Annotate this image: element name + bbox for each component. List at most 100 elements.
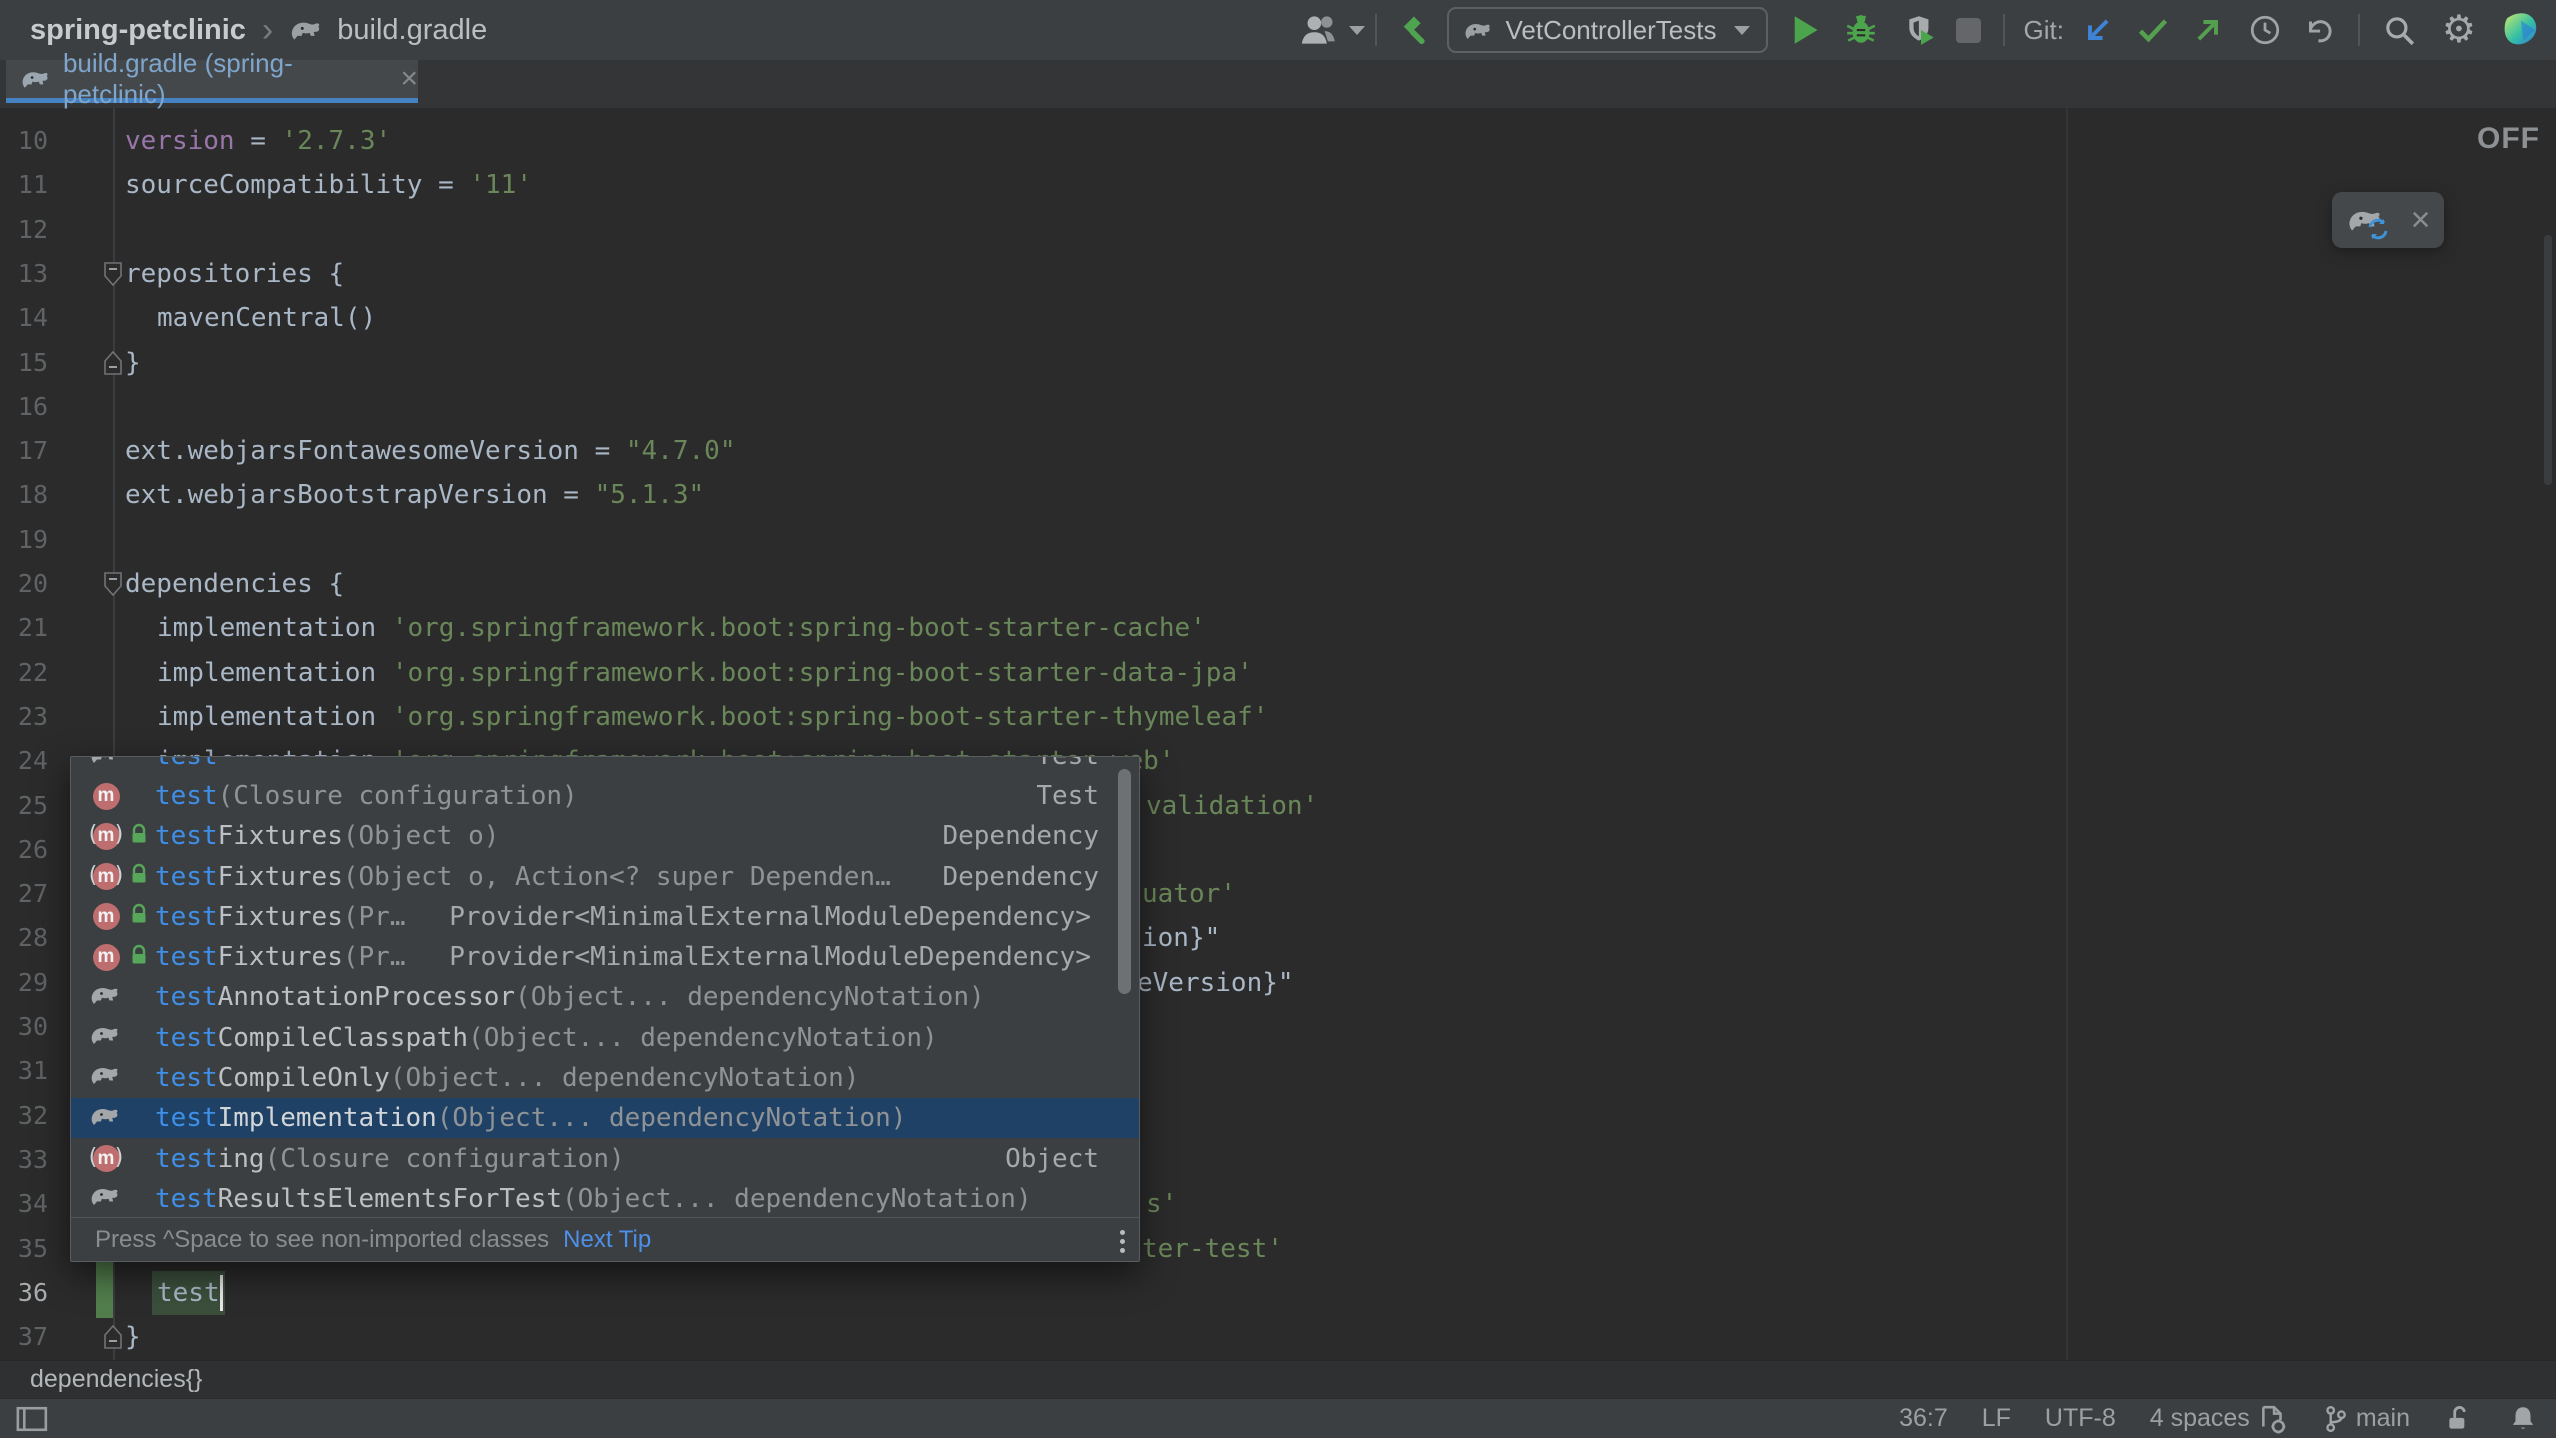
- line-number: 23: [0, 695, 48, 739]
- code-line[interactable]: 18ext.webjarsBootstrapVersion = "5.1.3": [0, 473, 2556, 517]
- completion-item-testFixtures[interactable]: mtestFixtures(Pr…Provider<MinimalExterna…: [71, 937, 1139, 977]
- popup-scrollbar[interactable]: [1118, 769, 1131, 994]
- run-icon[interactable]: [1790, 8, 1820, 52]
- tab-build-gradle[interactable]: build.gradle (spring-petclinic) ×: [6, 60, 418, 103]
- code-text: implementation 'org.springframework.boot…: [157, 606, 1206, 650]
- code-line[interactable]: 20dependencies {: [0, 562, 2556, 606]
- completion-type: Test: [1036, 781, 1099, 811]
- completion-type: Dependency: [942, 862, 1099, 892]
- completion-item-testing[interactable]: (m)testing(Closure configuration)Object: [71, 1138, 1139, 1178]
- git-branch-icon: [2322, 1405, 2348, 1433]
- history-clock-icon[interactable]: [2248, 8, 2282, 52]
- caret-position[interactable]: 36:7: [1899, 1404, 1948, 1433]
- code-line[interactable]: 15}: [0, 341, 2556, 385]
- indent-setting[interactable]: 4 spaces: [2150, 1404, 2288, 1434]
- completion-popup: testTestmtest(Closure configuration)Test…: [70, 756, 1140, 1262]
- code-line[interactable]: 16: [0, 385, 2556, 429]
- git-push-icon[interactable]: [2192, 8, 2224, 52]
- project-name[interactable]: spring-petclinic: [30, 14, 246, 47]
- more-options-icon[interactable]: [1120, 1230, 1125, 1253]
- code-line[interactable]: 12: [0, 208, 2556, 252]
- completion-item-testFixtures[interactable]: (m)testFixtures(Object o)Dependency: [71, 816, 1139, 856]
- ai-assistant-icon[interactable]: [2500, 8, 2542, 52]
- next-tip-link[interactable]: Next Tip: [563, 1226, 651, 1254]
- git-update-icon[interactable]: [2082, 8, 2114, 52]
- code-text: test: [152, 1271, 225, 1315]
- completion-item-testFixtures[interactable]: mtestFixtures(Pr…Provider<MinimalExterna…: [71, 897, 1139, 937]
- code-line[interactable]: 14mavenCentral(): [0, 296, 2556, 340]
- code-line[interactable]: 37}: [0, 1315, 2556, 1359]
- close-icon[interactable]: ×: [2411, 203, 2431, 237]
- line-number: 19: [0, 518, 48, 562]
- code-line[interactable]: 36test: [0, 1271, 2556, 1315]
- code-text: version = '2.7.3': [125, 119, 391, 163]
- gradle-icon: [89, 1023, 121, 1052]
- completion-item-testResultsElementsForTest[interactable]: testResultsElementsForTest(Object... dep…: [71, 1179, 1139, 1219]
- breadcrumb[interactable]: dependencies{}: [30, 1365, 202, 1394]
- code-line[interactable]: 23implementation 'org.springframework.bo…: [0, 695, 2556, 739]
- completion-item-testAnnotationProcessor[interactable]: testAnnotationProcessor(Object... depend…: [71, 977, 1139, 1017]
- git-commit-check-icon[interactable]: [2136, 8, 2170, 52]
- completion-label: testImplementation(Object... dependencyN…: [155, 1103, 906, 1133]
- settings-gear-icon[interactable]: ⚙: [2442, 8, 2476, 52]
- layout-windows-icon[interactable]: [14, 1405, 54, 1433]
- change-marker: [96, 1262, 113, 1318]
- completion-item-testFixtures[interactable]: (m)testFixtures(Object o, Action<? super…: [71, 857, 1139, 897]
- status-bar: 36:7 LF UTF-8 4 spaces main: [0, 1398, 2556, 1438]
- build-hammer-icon[interactable]: [1397, 8, 1433, 52]
- toolbar-separator: [2358, 14, 2360, 46]
- completion-item-testCompileClasspath[interactable]: testCompileClasspath(Object... dependenc…: [71, 1018, 1139, 1058]
- line-ending[interactable]: LF: [1982, 1404, 2011, 1433]
- stop-icon[interactable]: [1956, 18, 1981, 43]
- coverage-shield-icon[interactable]: [1904, 8, 1938, 52]
- code-text: implementation 'org.springframework.boot…: [157, 651, 1253, 695]
- fold-marker-icon[interactable]: [102, 1324, 124, 1368]
- code-text: s': [1146, 1182, 1177, 1226]
- line-number: 28: [0, 916, 48, 960]
- completion-icon-zone: m: [89, 781, 155, 811]
- line-number: 18: [0, 473, 48, 517]
- code-line[interactable]: 13repositories {: [0, 252, 2556, 296]
- users-icon[interactable]: [1297, 8, 1343, 52]
- rollback-icon[interactable]: [2302, 8, 2336, 52]
- completion-signature: Provider<MinimalExternalModuleDependency…: [449, 942, 1099, 972]
- code-text: sourceCompatibility = '11': [125, 163, 532, 207]
- file-name[interactable]: build.gradle: [337, 14, 487, 47]
- run-configuration-selector[interactable]: VetControllerTests: [1447, 7, 1768, 53]
- highlighting-off-badge[interactable]: OFF: [2477, 122, 2540, 156]
- tab-close-icon[interactable]: ×: [400, 64, 418, 94]
- line-number: 15: [0, 341, 48, 385]
- lock-icon: [129, 903, 149, 930]
- notifications-bell-icon[interactable]: [2508, 1404, 2538, 1434]
- code-line[interactable]: 19: [0, 518, 2556, 562]
- unlock-icon[interactable]: [2444, 1404, 2474, 1434]
- git-branch-widget[interactable]: main: [2322, 1404, 2410, 1433]
- code-line[interactable]: 22implementation 'org.springframework.bo…: [0, 651, 2556, 695]
- code-text: validation': [1146, 784, 1318, 828]
- code-text: repositories {: [125, 252, 344, 296]
- gradle-icon: [89, 1184, 121, 1213]
- line-number: 32: [0, 1094, 48, 1138]
- file-encoding[interactable]: UTF-8: [2045, 1404, 2116, 1433]
- code-line[interactable]: 17ext.webjarsFontawesomeVersion = "4.7.0…: [0, 429, 2556, 473]
- line-number: 12: [0, 208, 48, 252]
- lock-icon: [129, 823, 149, 850]
- completion-item-test[interactable]: testTest: [71, 757, 1139, 776]
- chevron-down-icon[interactable]: [1349, 26, 1365, 35]
- code-line[interactable]: 10version = '2.7.3': [0, 119, 2556, 163]
- completion-item-test[interactable]: mtest(Closure configuration)Test: [71, 776, 1139, 816]
- lock-icon: [129, 863, 149, 890]
- git-label: Git:: [2023, 15, 2063, 46]
- code-text: mavenCentral(): [157, 296, 376, 340]
- completion-icon-zone: (m): [89, 1144, 155, 1174]
- completion-item-testCompileOnly[interactable]: testCompileOnly(Object... dependencyNota…: [71, 1058, 1139, 1098]
- completion-label: testCompileOnly(Object... dependencyNota…: [155, 1063, 859, 1093]
- completion-label: testFixtures(Object o): [155, 821, 499, 851]
- code-line[interactable]: 21implementation 'org.springframework.bo…: [0, 606, 2556, 650]
- completion-item-testImplementation[interactable]: testImplementation(Object... dependencyN…: [71, 1098, 1139, 1138]
- debug-icon[interactable]: [1844, 8, 1878, 52]
- code-line[interactable]: 11sourceCompatibility = '11': [0, 163, 2556, 207]
- gradle-reload-icon[interactable]: [2346, 206, 2384, 234]
- completion-label: testCompileClasspath(Object... dependenc…: [155, 1023, 938, 1053]
- search-icon[interactable]: [2382, 8, 2416, 52]
